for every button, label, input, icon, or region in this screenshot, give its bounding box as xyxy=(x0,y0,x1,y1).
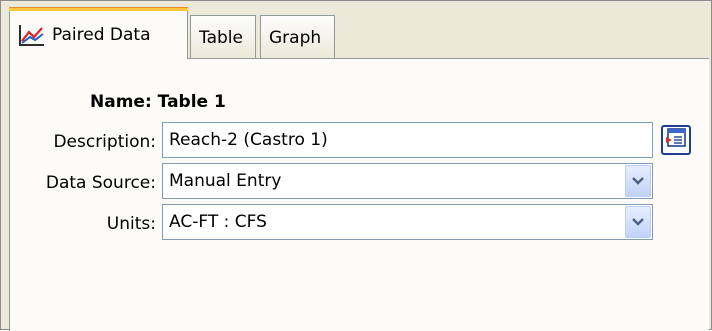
name-value: Table 1 xyxy=(157,92,226,112)
description-value: Reach-2 (Castro 1) xyxy=(169,130,328,150)
tab-table-label: Table xyxy=(199,27,243,48)
text-editor-icon xyxy=(665,127,687,153)
data-source-select[interactable]: Manual Entry xyxy=(162,163,653,199)
units-label: Units: xyxy=(106,214,156,234)
chevron-down-icon xyxy=(631,212,645,232)
tab-table[interactable]: Table xyxy=(190,15,256,59)
units-dropdown-button[interactable] xyxy=(625,206,651,238)
description-label: Description: xyxy=(53,132,156,152)
units-value: AC-FT : CFS xyxy=(169,212,267,232)
data-source-value: Manual Entry xyxy=(169,171,282,191)
tab-strip: Paired Data Table Graph xyxy=(1,1,711,59)
tab-paired-data-label: Paired Data xyxy=(52,24,151,45)
units-select[interactable]: AC-FT : CFS xyxy=(162,204,653,240)
paired-data-panel: Name: Table 1 Description: Reach-2 (Cast… xyxy=(9,58,709,331)
tab-graph-label: Graph xyxy=(269,27,322,48)
paired-data-editor-window: Paired Data Table Graph Name: Table 1 De… xyxy=(0,0,712,331)
tab-paired-data[interactable]: Paired Data xyxy=(9,7,188,59)
name-label: Name: xyxy=(90,92,152,112)
data-source-dropdown-button[interactable] xyxy=(625,165,651,197)
name-line: Name: Table 1 xyxy=(90,92,226,112)
description-editor-button[interactable] xyxy=(661,125,691,155)
chevron-down-icon xyxy=(631,171,645,191)
tab-graph[interactable]: Graph xyxy=(260,15,335,59)
data-source-label: Data Source: xyxy=(45,173,156,193)
paired-data-chart-icon xyxy=(18,23,46,47)
description-field[interactable]: Reach-2 (Castro 1) xyxy=(162,122,653,158)
